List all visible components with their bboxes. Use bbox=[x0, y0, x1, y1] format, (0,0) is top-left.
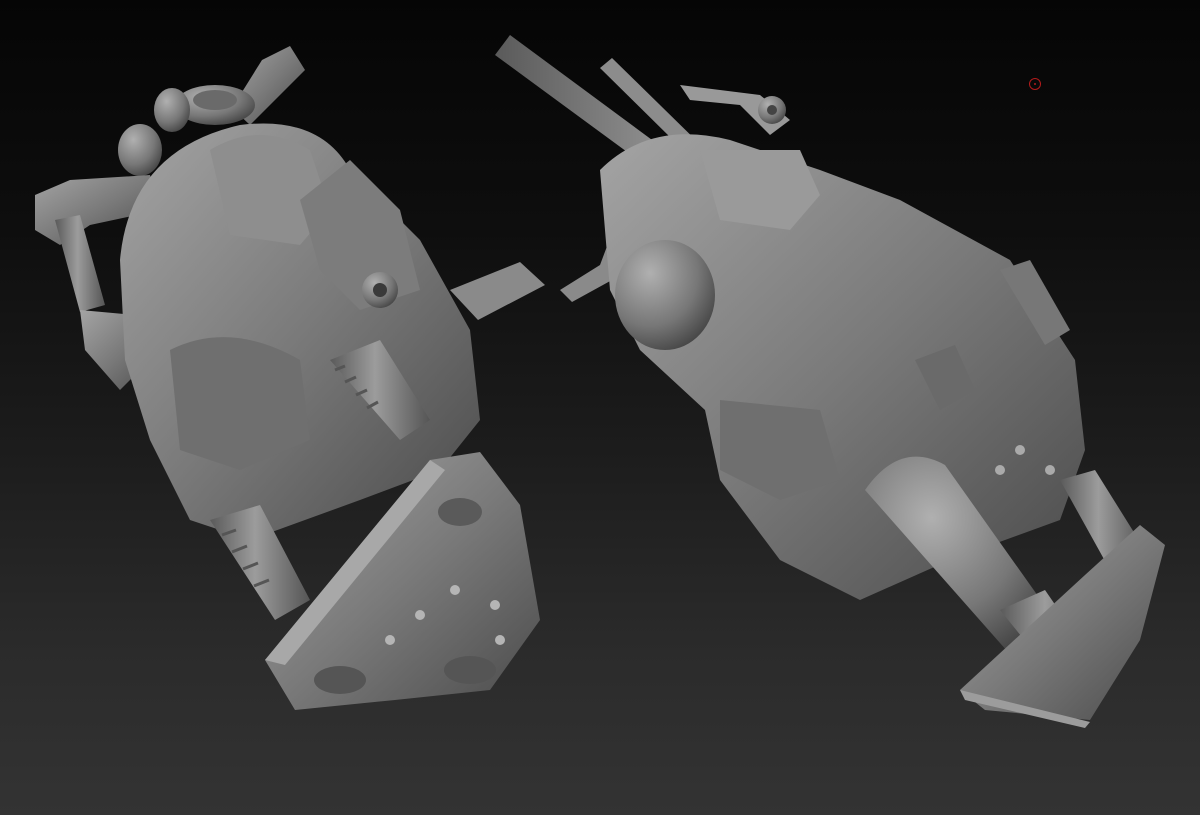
top-hook bbox=[680, 85, 790, 135]
3d-viewport[interactable] bbox=[0, 0, 1200, 815]
side-blade bbox=[450, 262, 545, 320]
main-body-right bbox=[600, 134, 1085, 600]
brush-cursor-icon bbox=[1029, 78, 1041, 90]
model-left[interactable] bbox=[35, 46, 545, 710]
model-right[interactable] bbox=[495, 35, 1165, 728]
